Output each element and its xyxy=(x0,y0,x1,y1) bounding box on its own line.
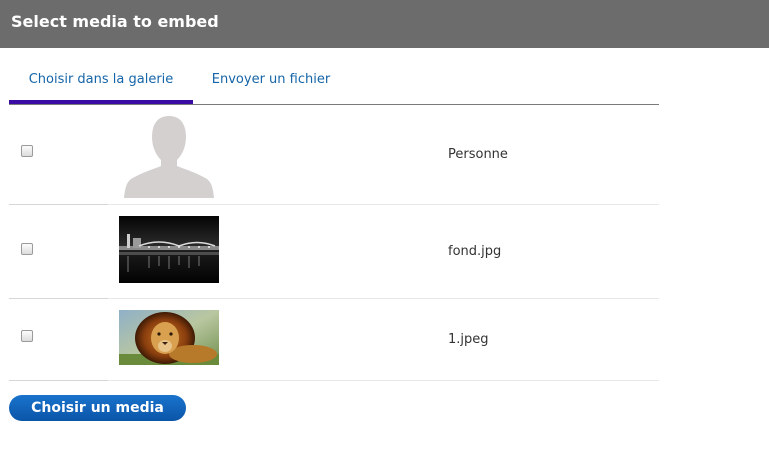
media-filename: 1.jpeg xyxy=(448,332,489,347)
dialog-title: Select media to embed xyxy=(11,12,219,31)
media-row[interactable]: 1.jpeg xyxy=(9,300,659,381)
tab-bar: Choisir dans la galerie Envoyer un fichi… xyxy=(9,60,659,105)
dialog-header: Select media to embed xyxy=(0,0,769,48)
choose-media-button[interactable]: Choisir un media xyxy=(9,395,186,421)
media-checkbox[interactable] xyxy=(21,330,33,342)
tab-upload-file[interactable]: Envoyer un fichier xyxy=(193,60,349,104)
media-row[interactable]: Personne xyxy=(9,105,659,205)
night-bridge-photo-thumbnail[interactable] xyxy=(119,216,219,283)
tab-choose-from-gallery[interactable]: Choisir dans la galerie xyxy=(9,60,193,104)
media-checkbox[interactable] xyxy=(21,243,33,255)
media-checkbox[interactable] xyxy=(21,145,33,157)
media-filename: Personne xyxy=(448,147,508,162)
media-row[interactable]: fond.jpg xyxy=(9,206,659,299)
person-silhouette-thumbnail[interactable] xyxy=(119,113,219,198)
lion-photo-thumbnail[interactable] xyxy=(119,310,219,365)
media-filename: fond.jpg xyxy=(448,244,502,259)
